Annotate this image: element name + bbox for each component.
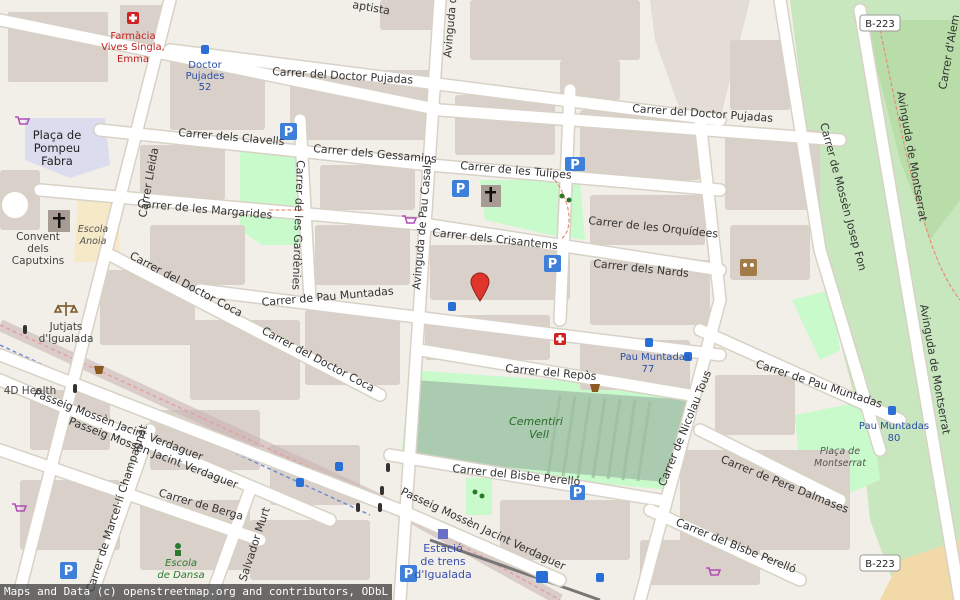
square-label: Montserrat (814, 458, 867, 469)
bus-stop-label: Pau Muntadas (859, 421, 929, 432)
traffic-signal-icon (73, 384, 77, 393)
bus-stop-icon (645, 338, 653, 347)
pharmacy-label: Farmàcia (110, 30, 155, 42)
bus-stop-label: Pujades (186, 71, 225, 82)
cemetery-label: Vell (529, 428, 549, 441)
square-label: Fabra (41, 154, 73, 168)
bus-stop-label: 80 (888, 433, 901, 444)
pharmacy-label: Vives Singla, (101, 42, 165, 53)
svg-text:P: P (64, 564, 74, 579)
bus-stop-icon (888, 406, 896, 415)
community-icon (740, 259, 757, 276)
svg-text:P: P (548, 257, 558, 272)
bus-stop-icon (596, 573, 604, 582)
bus-stop-label: 52 (199, 82, 212, 93)
pharmacy-icon (127, 12, 139, 24)
bus-stop-icon (201, 45, 209, 54)
courthouse-label: d'Igualada (39, 333, 94, 345)
pharmacy-icon (554, 333, 566, 345)
station-label: de trens (420, 555, 466, 568)
bus-stop-label: 77 (642, 364, 655, 375)
highway-shield-b223-south: B-223 (859, 554, 901, 572)
svg-text:P: P (456, 182, 466, 197)
bus-stop-icon (536, 571, 548, 583)
health-label: 4D Health (4, 385, 57, 397)
parking-icon: P (60, 562, 77, 579)
dance-school-label: de Dansa (157, 570, 204, 581)
map-attribution[interactable]: Maps and Data (c) openstreetmap.org and … (0, 584, 393, 600)
svg-text:P: P (284, 125, 294, 140)
church-icon (481, 185, 501, 207)
svg-text:B-223: B-223 (865, 559, 895, 570)
courthouse-label: Jutjats (49, 321, 83, 333)
bus-stop-label: Doctor (188, 60, 222, 71)
traffic-signal-icon (356, 503, 360, 512)
square-label: Pompeu (34, 141, 80, 155)
square-label: Plaça de (820, 446, 860, 457)
traffic-signal-icon (23, 325, 27, 334)
bus-stop-icon (335, 462, 343, 471)
square-label: Plaça de (33, 128, 82, 142)
pharmacy-label: Emma (117, 54, 149, 65)
dance-school-label: Escola (165, 558, 197, 569)
train-station-icon (438, 529, 448, 539)
map-layer: B-223 B-223 P P P P P P P Carrer del Doc… (0, 0, 960, 600)
cemetery-label: Cementiri (509, 415, 563, 428)
convent-label: Convent (16, 231, 60, 243)
bus-stop-icon (448, 302, 456, 311)
school-label: Anoia (79, 236, 107, 247)
convent-label: Caputxins (12, 255, 64, 267)
station-label: d'Igualada (414, 568, 471, 581)
map-canvas[interactable]: B-223 B-223 P P P P P P P Carrer del Doc… (0, 0, 960, 600)
church-icon (48, 210, 70, 232)
traffic-signal-icon (378, 503, 382, 512)
traffic-signal-icon (380, 486, 384, 495)
svg-text:P: P (404, 567, 414, 582)
parking-icon: P (452, 180, 469, 197)
convent-label: dels (27, 243, 49, 255)
parking-icon: P (544, 255, 561, 272)
svg-text:B-223: B-223 (865, 19, 895, 30)
school-label: Escola (78, 224, 109, 235)
bus-stop-label: Pau Muntadas (620, 352, 690, 363)
station-label: Estació (423, 542, 463, 555)
traffic-signal-icon (386, 463, 390, 472)
highway-shield-b223-north: B-223 (859, 14, 901, 32)
svg-text:P: P (573, 486, 583, 501)
bus-stop-icon (296, 478, 304, 487)
